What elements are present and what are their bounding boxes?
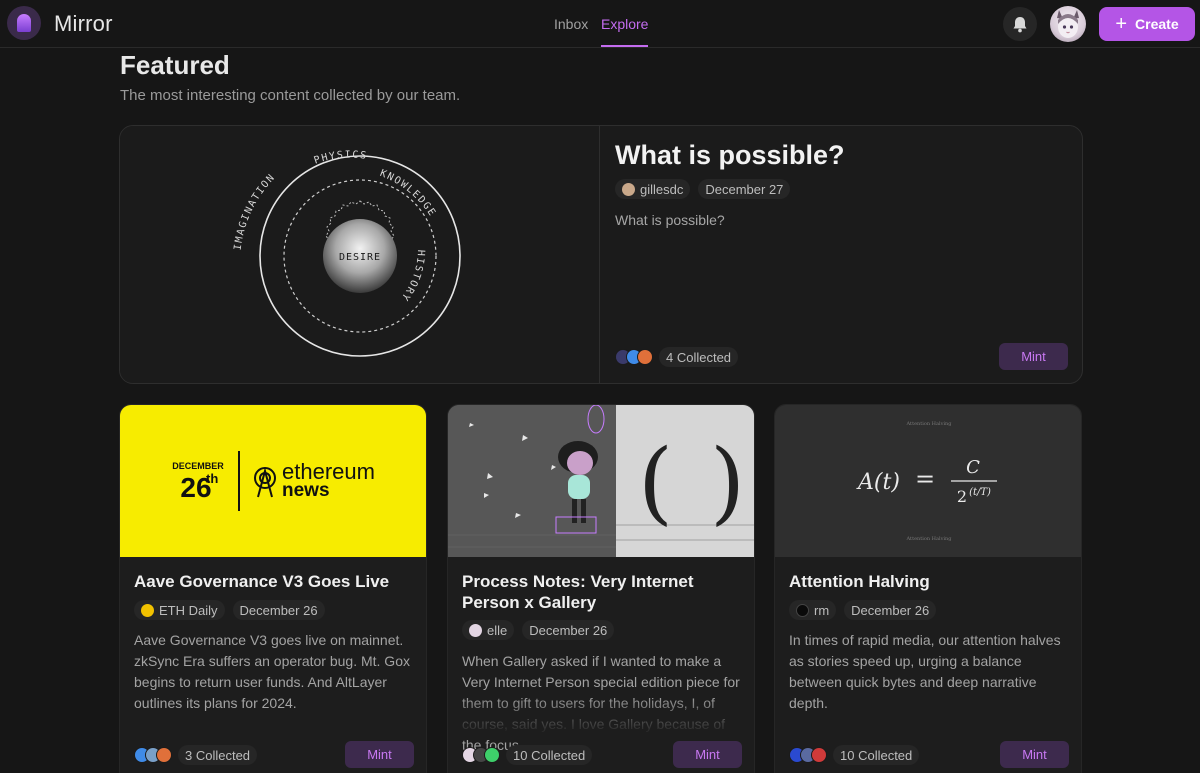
post-card[interactable]: DECEMBER 26 th ethereum news Aave Govern… [119,404,427,773]
author-name: gillesdc [640,181,684,197]
svg-text:HISTORY: HISTORY [398,250,426,304]
eth-day-suffix: th [206,471,218,486]
eth-brand-bottom: news [282,480,330,501]
featured-card-image: DESIRE IMAGINATION PHYSICS KNOWLEDGE HIS… [120,126,600,383]
collectors-summary[interactable]: 10 Collected [462,745,593,765]
card-meta: rm December 26 [789,600,937,620]
formula-denominator: 2 [957,487,967,506]
mint-button[interactable]: Mint [1000,741,1069,768]
concentric-circles-illustration: DESIRE IMAGINATION PHYSICS KNOWLEDGE HIS… [233,150,461,357]
collected-count: 10 Collected [506,745,593,765]
notifications-button[interactable] [1003,7,1037,41]
collector-avatars [615,349,653,365]
featured-card[interactable]: DESIRE IMAGINATION PHYSICS KNOWLEDGE HIS… [119,125,1083,384]
author-avatar [469,623,482,637]
author-pill[interactable]: rm [789,600,837,620]
author-pill[interactable]: gillesdc [615,179,691,199]
card-image-formula: Attention Halving A(t) = C 2 (t/T) Atten… [775,405,1081,557]
author-pill[interactable]: ETH Daily [134,600,225,620]
active-tab-indicator [601,45,648,47]
card-meta: ETH Daily December 26 [134,600,325,620]
post-card[interactable]: Attention Halving A(t) = C 2 (t/T) Atten… [774,404,1082,773]
mint-button[interactable]: Mint [673,741,742,768]
collectors-summary[interactable]: 4 Collected [615,347,739,367]
collected-count: 4 Collected [659,347,739,367]
formula-exponent: (t/T) [969,487,991,498]
tab-explore[interactable]: Explore [601,16,648,32]
author-name: ETH Daily [159,602,218,618]
brand-name[interactable]: Mirror [54,11,113,37]
featured-meta: gillesdc December 27 [615,179,791,199]
section-title: Featured [120,50,230,80]
formula-equals: = [915,465,935,493]
author-name: elle [487,622,508,638]
section-subtitle: The most interesting content collected b… [120,87,461,104]
date-pill: December 26 [844,600,937,620]
author-avatar [622,182,635,196]
author-name: rm [814,602,830,618]
formula-caption-bottom: Attention Halving [906,536,953,542]
collected-count: 3 Collected [178,745,258,765]
eth-month: DECEMBER [172,461,224,471]
plus-icon: + [1115,13,1128,35]
collector-avatar [484,747,500,763]
card-description: Aave Governance V3 goes live on mainnet.… [134,632,410,711]
left-paren-glyph: ( [638,430,673,535]
collector-avatar [811,747,827,763]
bell-icon [1013,16,1027,32]
formula-caption-top: Attention Halving [906,421,953,427]
collector-avatar [156,747,172,763]
card-meta: elle December 26 [462,620,615,640]
create-button[interactable]: + Create [1099,7,1195,41]
svg-text:KNOWLEDGE: KNOWLEDGE [378,168,437,219]
post-card[interactable]: ( ) Process Notes: Very Internet Person … [447,404,755,773]
mint-button[interactable]: Mint [999,343,1068,370]
author-pill[interactable]: elle [462,620,515,640]
formula-numerator: C [966,457,980,478]
mint-button[interactable]: Mint [345,741,414,768]
svg-text:PHYSICS: PHYSICS [313,150,369,167]
date-pill: December 27 [698,179,791,199]
user-avatar[interactable] [1050,6,1086,42]
description-fade [448,695,754,735]
card-title[interactable]: Process Notes: Very Internet Person x Ga… [462,571,747,613]
image-word-physics: PHYSICS [313,150,367,167]
card-title[interactable]: Attention Halving [789,571,1074,592]
card-image-ethereum-news: DECEMBER 26 th ethereum news [120,405,426,557]
right-paren-glyph: ) [710,430,745,535]
collector-avatars [462,747,500,763]
collector-avatars [134,747,172,763]
featured-title[interactable]: What is possible? [615,140,845,171]
collector-avatar [637,349,653,365]
author-avatar [141,603,154,617]
collectors-summary[interactable]: 3 Collected [134,745,258,765]
card-description: In times of rapid media, our attention h… [789,632,1061,711]
image-word-knowledge: KNOWLEDGE [378,168,436,219]
top-navigation: Mirror Inbox Explore + Create [0,0,1200,48]
date-pill: December 26 [232,600,325,620]
image-word-desire: DESIRE [339,252,381,263]
collector-avatars [789,747,827,763]
author-avatar [796,603,809,617]
mirror-logo-icon[interactable] [7,6,41,40]
formula-left: A(t) [856,470,900,495]
ethereum-news-logo-icon [254,467,276,498]
tab-inbox[interactable]: Inbox [554,16,588,32]
date-pill: December 26 [522,620,615,640]
collectors-summary[interactable]: 10 Collected [789,745,920,765]
image-word-history: HISTORY [398,250,424,304]
featured-description: What is possible? [615,212,725,228]
create-label: Create [1135,16,1179,32]
collected-count: 10 Collected [833,745,920,765]
card-image-character-render: ( ) [448,405,754,557]
card-title[interactable]: Aave Governance V3 Goes Live [134,571,419,592]
